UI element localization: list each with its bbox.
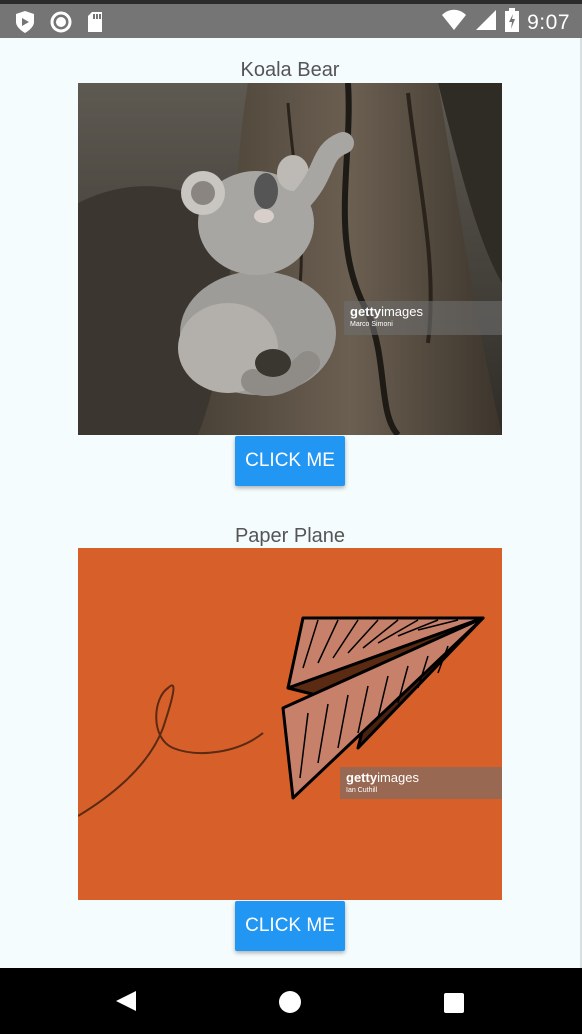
content-scroll[interactable]: Koala Bear gettyimages Marco Simoni CLIC…	[0, 38, 582, 968]
watermark-credit: Marco Simoni	[350, 321, 393, 328]
koala-image: gettyimages Marco Simoni	[78, 83, 502, 435]
card-title: Paper Plane	[234, 525, 346, 547]
status-right: 9:07	[441, 8, 570, 37]
play-shield-icon	[14, 10, 36, 39]
wifi-icon	[441, 9, 467, 36]
signal-icon	[475, 9, 497, 36]
watermark-brand: getty	[346, 770, 378, 785]
recents-icon[interactable]	[443, 992, 465, 1019]
status-bar: 9:07	[0, 0, 582, 38]
watermark: gettyimages Marco Simoni	[344, 301, 502, 335]
card-title: Koala Bear	[240, 59, 340, 81]
home-icon[interactable]	[278, 990, 302, 1019]
sd-card-icon	[86, 11, 104, 38]
watermark: gettyimages Ian Cuthill	[340, 767, 502, 799]
watermark-brand: getty	[350, 304, 382, 319]
watermark-brand-rest: images	[381, 304, 423, 319]
paper-plane-image: gettyimages Ian Cuthill	[78, 548, 502, 900]
watermark-credit: Ian Cuthill	[346, 787, 378, 794]
navigation-bar	[0, 968, 582, 1034]
status-left	[14, 10, 104, 39]
battery-charging-icon	[505, 8, 520, 37]
status-clock: 9:07	[527, 10, 570, 34]
click-me-button[interactable]: CLICK ME	[235, 901, 345, 951]
click-me-button[interactable]: CLICK ME	[235, 436, 345, 486]
record-circle-icon	[50, 11, 72, 38]
back-icon[interactable]	[114, 989, 138, 1018]
watermark-brand-rest: images	[377, 770, 419, 785]
